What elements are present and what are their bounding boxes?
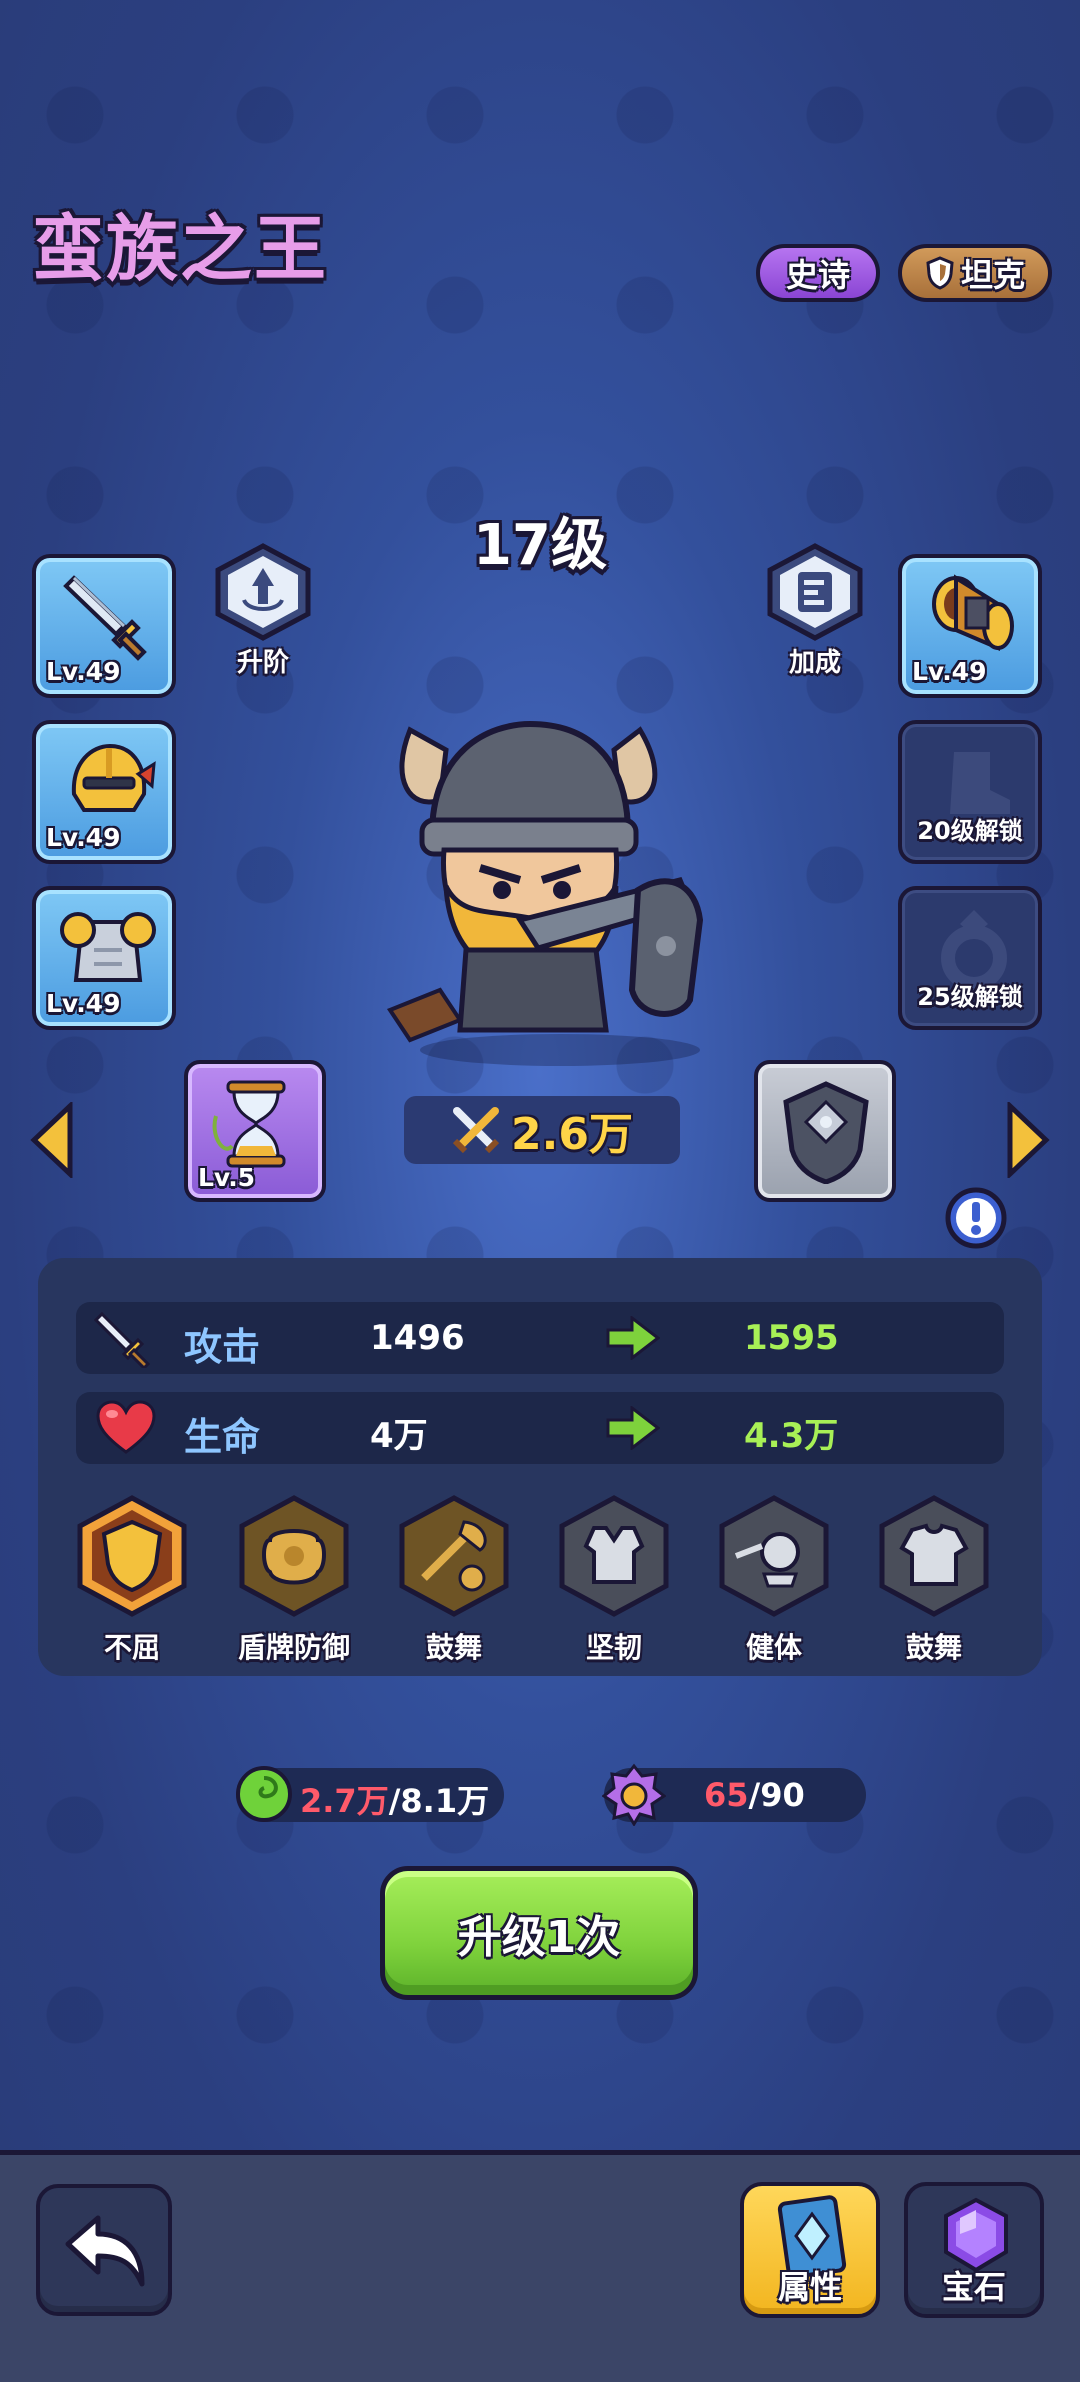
- back-arrow-icon: [65, 2215, 145, 2287]
- tab-label: 宝石: [941, 2268, 1006, 2306]
- exp-need: /8.1万: [388, 1782, 490, 1820]
- bracer-icon: [932, 574, 1014, 652]
- class-badge: 坦克: [898, 244, 1052, 302]
- talent-label: 健体: [745, 1631, 802, 1664]
- hero-shard-icon: [602, 1763, 666, 1826]
- equipment-slot-bracer[interactable]: Lv.49: [898, 554, 1042, 698]
- equipment-slot-boots-locked[interactable]: 20级解锁: [898, 720, 1042, 864]
- unlock-requirement: 20级解锁: [917, 817, 1023, 845]
- unlock-requirement: 25级解锁: [917, 983, 1023, 1011]
- rarity-badge: 史诗: [756, 244, 880, 302]
- skull-axe-icon: [399, 1495, 509, 1617]
- shard-have: 65: [704, 1776, 749, 1814]
- tab-gems[interactable]: 宝石: [904, 2182, 1044, 2318]
- combat-power: 2.6万: [404, 1096, 680, 1164]
- stat-name: 攻击: [184, 1325, 261, 1369]
- slot-level: Lv.49: [46, 989, 121, 1018]
- crossed-swords-icon: [452, 1107, 500, 1153]
- exp-have: 2.7万: [300, 1782, 389, 1820]
- artifact-level: Lv.5: [198, 1163, 256, 1192]
- stat-current: 4万: [370, 1416, 428, 1456]
- shield-item-slot[interactable]: [754, 1060, 896, 1202]
- stat-next: 1595: [744, 1318, 839, 1358]
- tab-attributes[interactable]: 属性: [740, 2182, 880, 2318]
- equipment-slot-armor[interactable]: Lv.49: [32, 886, 176, 1030]
- vest-icon: [559, 1495, 669, 1617]
- slot-level: Lv.49: [46, 823, 121, 852]
- fitness-icon: [719, 1495, 829, 1617]
- info-icon[interactable]: [944, 1186, 1008, 1250]
- talent-label: 鼓舞: [425, 1631, 482, 1664]
- shirt-icon: [879, 1495, 989, 1617]
- stat-current: 1496: [370, 1318, 465, 1358]
- shield-defense-icon: [239, 1495, 349, 1617]
- slot-level: Lv.49: [46, 657, 121, 686]
- stat-name: 生命: [184, 1415, 261, 1459]
- sword-icon: [94, 1311, 151, 1368]
- talent-2[interactable]: 鼓舞: [394, 1494, 514, 1666]
- upgrade-label: 升级1次: [457, 1912, 621, 1963]
- bonus-button[interactable]: 加成: [760, 542, 870, 679]
- bonus-label: 加成: [788, 648, 841, 678]
- slot-level: Lv.49: [912, 657, 987, 686]
- shard-resource: 65/90: [602, 1763, 866, 1826]
- talent-label: 不屈: [103, 1631, 160, 1664]
- bonus-icon: [767, 543, 863, 641]
- stat-row-attack: 攻击 1496 1595: [76, 1302, 1004, 1374]
- hero-name: 蛮族之王: [32, 207, 329, 291]
- shield-talent-icon: [77, 1495, 187, 1617]
- helmet-icon: [71, 743, 156, 812]
- talent-5[interactable]: 鼓舞: [874, 1494, 994, 1666]
- previous-hero-arrow[interactable]: [30, 1102, 76, 1178]
- background-pattern: [0, 0, 1080, 2150]
- arrow-right-icon: [606, 1316, 660, 1360]
- artifact-slot[interactable]: Lv.5: [184, 1060, 326, 1202]
- armor-icon: [60, 912, 156, 982]
- talent-0[interactable]: 不屈: [72, 1494, 192, 1666]
- talent-4[interactable]: 健体: [714, 1494, 834, 1666]
- ascend-label: 升阶: [236, 648, 289, 678]
- rarity-label: 史诗: [785, 256, 850, 294]
- exp-orb-icon: [236, 1766, 292, 1822]
- upgrade-button[interactable]: 升级1次: [380, 1866, 698, 2000]
- equipment-slot-ring-locked[interactable]: 25级解锁: [898, 886, 1042, 1030]
- stat-row-health: 生命 4万 4.3万: [76, 1392, 1004, 1464]
- talent-label: 鼓舞: [905, 1631, 962, 1664]
- back-button[interactable]: [36, 2184, 172, 2316]
- talent-label: 盾牌防御: [237, 1631, 350, 1664]
- ascend-button[interactable]: 升阶: [208, 542, 318, 679]
- heart-icon: [96, 1400, 156, 1454]
- equipment-slot-weapon[interactable]: Lv.49: [32, 554, 176, 698]
- tab-label: 属性: [777, 2268, 842, 2306]
- stats-panel: 攻击 1496 1595 生命 4万 4.3万 不屈 盾牌防御 鼓舞 坚韧 健体…: [38, 1258, 1042, 1676]
- equipment-slot-helmet[interactable]: Lv.49: [32, 720, 176, 864]
- talent-1[interactable]: 盾牌防御: [234, 1494, 354, 1666]
- talent-3[interactable]: 坚韧: [554, 1494, 674, 1666]
- shield-icon: [783, 1081, 869, 1184]
- shield-icon: [926, 256, 954, 290]
- class-label: 坦克: [960, 256, 1025, 294]
- talent-label: 坚韧: [585, 1631, 642, 1664]
- shard-need: /90: [748, 1776, 805, 1814]
- stat-next: 4.3万: [744, 1416, 839, 1456]
- ascend-icon: [215, 543, 311, 641]
- exp-resource: 2.7万/8.1万: [236, 1766, 504, 1822]
- arrow-right-icon: [606, 1406, 660, 1450]
- hourglass-icon: [212, 1080, 286, 1168]
- sword-icon: [63, 575, 147, 661]
- hero-character: [386, 720, 704, 1066]
- power-value: 2.6万: [511, 1109, 633, 1160]
- next-hero-arrow[interactable]: [1004, 1102, 1050, 1178]
